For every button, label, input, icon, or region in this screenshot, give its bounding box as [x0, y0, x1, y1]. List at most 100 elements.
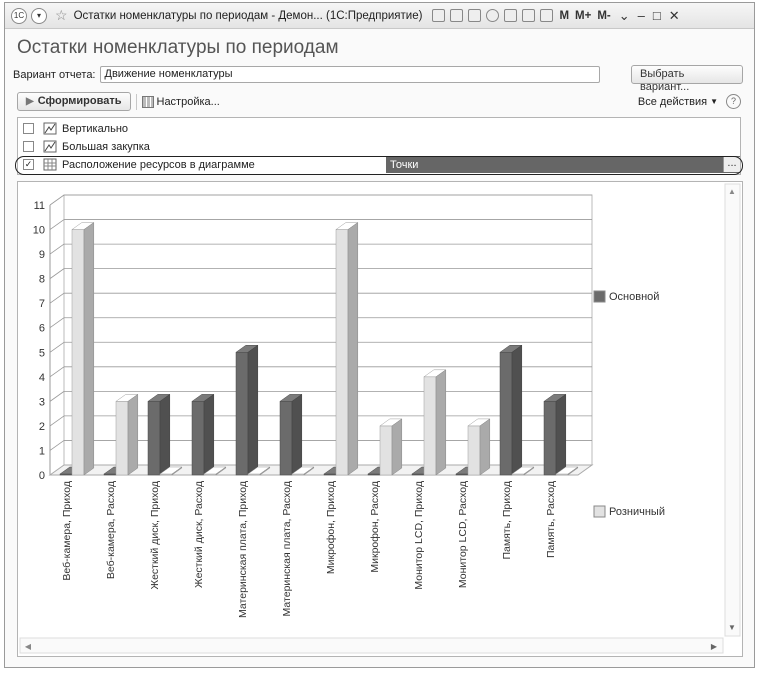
print-icon[interactable] — [450, 9, 464, 22]
bar — [335, 229, 349, 476]
bar — [191, 401, 205, 476]
toolbar-divider — [135, 93, 137, 110]
y-tick-label: 3 — [39, 396, 45, 408]
x-category-label: Память, Приход — [501, 481, 513, 560]
y-tick-label: 0 — [39, 470, 45, 482]
bar — [115, 401, 129, 476]
bar-side — [247, 344, 259, 476]
y-tick-label: 8 — [39, 274, 45, 286]
graph-settings-icon — [43, 140, 57, 153]
close-icon[interactable]: ✕ — [669, 8, 680, 24]
legend-swatch — [593, 290, 606, 303]
y-tick-label: 6 — [39, 323, 45, 335]
bar-side — [291, 393, 303, 476]
title-bar: 1С ▾ ☆ Остатки номенклатуры по периодам … — [5, 3, 754, 29]
scroll-up-icon[interactable]: ▲ — [728, 187, 736, 196]
memory-minus-button[interactable]: M- — [597, 10, 610, 22]
gridline-side — [49, 366, 65, 378]
report-window: 1С ▾ ☆ Остатки номенклатуры по периодам … — [4, 2, 755, 668]
favorite-star-icon[interactable]: ☆ — [55, 7, 68, 24]
preview-icon[interactable] — [468, 9, 482, 22]
setting-label: Вертикально — [62, 122, 129, 135]
generate-button[interactable]: ▶ Сформировать — [17, 92, 131, 111]
vertical-scrollbar[interactable] — [724, 183, 741, 637]
maximize-icon[interactable]: □ — [653, 8, 661, 23]
setting-row-big-purchase[interactable]: Большая закупка — [18, 138, 740, 155]
setting-label: Расположение ресурсов в диаграмме — [62, 158, 255, 171]
variant-label: Вариант отчета: — [13, 68, 96, 81]
all-actions-button[interactable]: Все действия ▼ — [638, 96, 718, 108]
bar-side — [511, 344, 523, 476]
all-actions-label: Все действия — [637, 95, 708, 108]
graph-settings-icon — [43, 122, 57, 135]
bar-side — [347, 222, 359, 476]
ellipsis-button[interactable]: ... — [723, 157, 740, 172]
settings-button[interactable]: Настройка... — [141, 95, 220, 108]
settings-label: Настройка... — [156, 95, 220, 108]
save-icon[interactable] — [432, 9, 446, 22]
bar — [499, 352, 513, 476]
bar — [379, 425, 393, 476]
memory-plus-button[interactable]: M+ — [575, 10, 591, 22]
gridline-side — [49, 292, 65, 304]
setting-checkbox[interactable] — [23, 123, 34, 134]
minimize-icon[interactable]: – — [638, 8, 645, 23]
generate-label: Сформировать — [37, 95, 122, 107]
x-category-label: Память, Расход — [545, 481, 557, 558]
calendar-icon[interactable] — [540, 9, 554, 22]
setting-checkbox[interactable] — [23, 141, 34, 152]
page-title: Остатки номенклатуры по периодам — [17, 37, 339, 58]
settings-list: Вертикально Большая закупка ✓ Расположен… — [15, 117, 743, 175]
favorites-icon[interactable] — [486, 9, 500, 22]
legend-swatch — [593, 505, 606, 518]
legend-label: Розничный — [609, 506, 665, 518]
x-category-label: Материнская плата, Расход — [281, 481, 293, 616]
bar-side — [435, 369, 447, 476]
x-category-label: Веб-камера, Расход — [105, 481, 117, 579]
y-tick-label: 9 — [39, 249, 45, 261]
y-tick-label: 11 — [34, 200, 45, 212]
help-button[interactable]: ? — [726, 94, 741, 109]
horizontal-scrollbar[interactable] — [19, 637, 724, 654]
bar — [423, 376, 437, 476]
bookmark-icon[interactable] — [504, 9, 518, 22]
memory-m-button[interactable]: M — [559, 10, 569, 22]
setting-row-resource-layout[interactable]: ✓ Расположение ресурсов в диаграмме Точк… — [18, 156, 740, 173]
x-category-label: Монитор LCD, Расход — [457, 481, 469, 588]
calculator-icon[interactable] — [522, 9, 536, 22]
setting-value-field[interactable]: Точки ... — [386, 156, 740, 173]
legend-label: Основной — [609, 291, 659, 303]
gridline-side — [49, 440, 65, 451]
menu-dropdown-icon[interactable]: ▾ — [31, 7, 47, 24]
x-category-label: Веб-камера, Приход — [61, 481, 73, 581]
chart-area: 0 1 2 3 4 5 6 7 8 9 10 11 Веб-камера, Приход Веб-каме… — [17, 181, 743, 657]
select-variant-button[interactable]: Выбрать вариант... — [631, 65, 743, 93]
chart-svg: 0 1 2 3 4 5 6 7 8 9 10 11 Веб-камера, Приход Веб-каме… — [19, 183, 741, 654]
bar — [147, 401, 161, 476]
x-category-label: Монитор LCD, Приход — [413, 481, 425, 590]
y-tick-label: 4 — [39, 372, 45, 384]
gridline-side — [49, 415, 65, 427]
bar-side — [127, 393, 139, 476]
x-category-label: Микрофон, Приход — [325, 481, 337, 574]
x-category-label: Жесткий диск, Расход — [193, 481, 205, 588]
scroll-left-icon[interactable]: ◀ — [25, 642, 32, 651]
y-tick-label: 2 — [39, 421, 45, 433]
bar — [235, 352, 249, 476]
variant-field[interactable]: Движение номенклатуры — [99, 66, 600, 83]
gridline-side — [49, 341, 65, 353]
window-menu-icon[interactable]: ⌄ — [619, 8, 630, 24]
bar-side — [555, 393, 567, 476]
bar-side — [203, 393, 215, 476]
x-category-label: Материнская плата, Приход — [237, 481, 249, 618]
y-tick-label: 10 — [33, 225, 45, 237]
x-category-label: Жесткий диск, Приход — [149, 481, 161, 590]
app-logo-icon[interactable]: 1С — [11, 7, 27, 24]
setting-row-vertical[interactable]: Вертикально — [18, 120, 740, 137]
bar-side — [391, 418, 403, 476]
y-tick-label: 7 — [39, 298, 45, 310]
scroll-down-icon[interactable]: ▼ — [728, 623, 736, 632]
bar — [71, 229, 85, 476]
setting-checkbox-checked[interactable]: ✓ — [23, 159, 34, 170]
scroll-right-icon[interactable]: ▶ — [711, 642, 718, 651]
